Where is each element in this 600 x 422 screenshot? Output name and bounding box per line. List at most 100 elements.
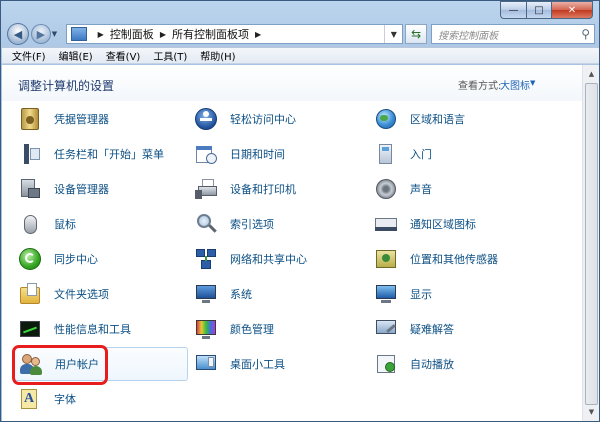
item-sync-center[interactable]: 同步中心	[14, 243, 186, 275]
chevron-right-icon[interactable]: ▶	[160, 30, 166, 39]
forward-button[interactable]: ▶	[30, 24, 51, 44]
item-label: 通知区域图标	[410, 218, 476, 231]
item-autoplay[interactable]: 自动播放	[370, 348, 542, 380]
printer-icon	[194, 177, 218, 201]
highlight-box	[12, 345, 108, 385]
item-label: 疑难解答	[410, 323, 454, 336]
refresh-icon: ⇆	[411, 27, 422, 41]
caption-buttons: — □ ✕	[500, 1, 593, 19]
item-color-management[interactable]: 颜色管理	[190, 313, 362, 345]
item-label: 桌面小工具	[230, 358, 285, 371]
item-taskbar-start-menu[interactable]: 任务栏和「开始」菜单	[14, 138, 186, 170]
ease-of-access-icon	[194, 107, 218, 131]
item-fonts[interactable]: A 字体	[14, 383, 186, 415]
page-header: 调整计算机的设置 查看方式: 大图标 ▼	[2, 65, 582, 101]
search-placeholder: 搜索控制面板	[438, 30, 499, 42]
menu-view[interactable]: 查看(V)	[106, 48, 141, 63]
item-label: 网络和共享中心	[230, 253, 307, 266]
search-input[interactable]: 搜索控制面板 ⚲	[431, 24, 595, 44]
address-bar[interactable]: ▶ 控制面板 ▶ 所有控制面板项 ▶ ▼	[65, 24, 404, 44]
navigation-bar: ◀ ▶ ▼ ▶ 控制面板 ▶ 所有控制面板项 ▶ ▼ ⇆ 搜索控制面板 ⚲	[7, 23, 595, 45]
item-device-manager[interactable]: 设备管理器	[14, 173, 186, 205]
item-label: 设备和打印机	[230, 183, 296, 196]
item-getting-started[interactable]: 入门	[370, 138, 542, 170]
item-troubleshooting[interactable]: 疑难解答	[370, 313, 542, 345]
back-button[interactable]: ◀	[7, 23, 29, 45]
forward-arrow-icon: ▶	[36, 27, 46, 41]
recent-pages-dropdown[interactable]: ▼	[52, 30, 62, 38]
item-date-time[interactable]: 日期和时间	[190, 138, 362, 170]
close-button[interactable]: ✕	[551, 1, 593, 19]
control-panel-window: — □ ✕ ◀ ▶ ▼ ▶ 控制面板 ▶ 所有控制面板项 ▶ ▼ ⇆ 搜索控制面…	[0, 0, 600, 422]
item-label: 鼠标	[54, 218, 76, 231]
breadcrumb-all-items[interactable]: 所有控制面板项	[172, 26, 249, 42]
content-area: 调整计算机的设置 查看方式: 大图标 ▼ 凭据管理器 任务栏和「开始」菜单 设备…	[2, 65, 599, 421]
item-notification-area[interactable]: 通知区域图标	[370, 208, 542, 240]
page-title: 调整计算机的设置	[18, 79, 115, 93]
item-label: 颜色管理	[230, 323, 274, 336]
menu-bar: 文件(F) 编辑(E) 查看(V) 工具(T) 帮助(H)	[2, 47, 599, 64]
item-folder-options[interactable]: 文件夹选项	[14, 278, 186, 310]
autoplay-icon	[374, 352, 398, 376]
item-indexing-options[interactable]: 索引选项	[190, 208, 362, 240]
calendar-clock-icon	[194, 142, 218, 166]
item-label: 索引选项	[230, 218, 274, 231]
item-label: 区域和语言	[410, 113, 465, 126]
menu-edit[interactable]: 编辑(E)	[59, 48, 93, 63]
network-icon	[194, 247, 218, 271]
item-ease-of-access[interactable]: 轻松访问中心	[190, 103, 362, 135]
view-by-dropdown[interactable]: 大图标	[500, 77, 530, 92]
menu-help[interactable]: 帮助(H)	[200, 48, 235, 63]
vertical-scrollbar[interactable]: ▲ ▼	[582, 65, 599, 421]
address-dropdown-button[interactable]: ▼	[384, 25, 402, 43]
maximize-button[interactable]: □	[526, 1, 551, 19]
system-icon	[194, 282, 218, 306]
view-by-label: 查看方式:	[458, 81, 502, 92]
item-sound[interactable]: 声音	[370, 173, 542, 205]
item-region-language[interactable]: 区域和语言	[370, 103, 542, 135]
item-label: 显示	[410, 288, 432, 301]
item-label: 系统	[230, 288, 252, 301]
control-panel-icon	[70, 27, 87, 41]
item-display[interactable]: 显示	[370, 278, 542, 310]
item-performance[interactable]: 性能信息和工具	[14, 313, 186, 345]
item-label: 字体	[54, 393, 76, 406]
scrollbar-thumb[interactable]	[585, 83, 598, 405]
item-label: 设备管理器	[54, 183, 109, 196]
item-network-sharing[interactable]: 网络和共享中心	[190, 243, 362, 275]
item-mouse[interactable]: 鼠标	[14, 208, 186, 240]
mouse-icon	[18, 212, 42, 236]
troubleshooting-icon	[374, 317, 398, 341]
item-system[interactable]: 系统	[190, 278, 362, 310]
credential-vault-icon	[18, 107, 42, 131]
item-label: 性能信息和工具	[54, 323, 131, 336]
device-manager-icon	[18, 177, 42, 201]
chevron-down-icon[interactable]: ▼	[530, 79, 535, 87]
search-icon[interactable]: ⚲	[581, 27, 590, 41]
item-label: 入门	[410, 148, 432, 161]
scroll-down-icon[interactable]: ▼	[584, 404, 599, 420]
item-credential-manager[interactable]: 凭据管理器	[14, 103, 186, 135]
item-label: 文件夹选项	[54, 288, 109, 301]
fonts-icon: A	[18, 387, 42, 411]
getting-started-icon	[374, 142, 398, 166]
item-devices-printers[interactable]: 设备和打印机	[190, 173, 362, 205]
chevron-right-icon[interactable]: ▶	[98, 30, 104, 39]
item-label: 轻松访问中心	[230, 113, 296, 126]
item-label: 声音	[410, 183, 432, 196]
minimize-button[interactable]: —	[500, 1, 526, 19]
menu-tools[interactable]: 工具(T)	[153, 48, 187, 63]
folder-options-icon	[18, 282, 42, 306]
item-desktop-gadgets[interactable]: 桌面小工具	[190, 348, 362, 380]
chevron-right-icon[interactable]: ▶	[255, 30, 261, 39]
menu-file[interactable]: 文件(F)	[12, 48, 46, 63]
breadcrumb-control-panel[interactable]: 控制面板	[110, 26, 154, 42]
refresh-button[interactable]: ⇆	[405, 24, 428, 44]
color-management-icon	[194, 317, 218, 341]
item-label: 同步中心	[54, 253, 98, 266]
display-icon	[374, 282, 398, 306]
chevron-down-icon: ▼	[390, 29, 397, 39]
item-location-sensors[interactable]: 位置和其他传感器	[370, 243, 542, 275]
notification-area-icon	[374, 212, 398, 236]
scroll-up-icon[interactable]: ▲	[584, 66, 599, 82]
